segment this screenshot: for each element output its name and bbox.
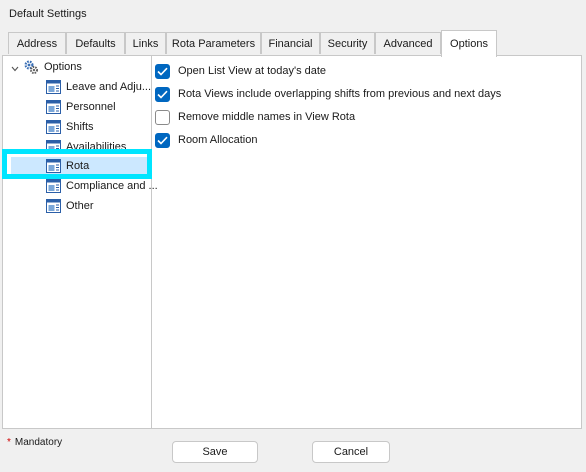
tab-advanced[interactable]: Advanced [375,32,441,54]
cancel-button[interactable]: Cancel [312,441,390,463]
window-title: Default Settings [9,8,87,20]
tree-item-shifts[interactable]: Shifts [46,118,94,136]
tree-item-label: Leave and Adju... [66,81,152,93]
checkmark-icon [157,90,168,99]
mandatory-label: Mandatory [14,437,63,448]
tree-item-other[interactable]: Other [46,197,94,215]
checkmark-icon [157,67,168,76]
tab-address[interactable]: Address [8,32,66,54]
option-open-list-view[interactable]: Open List View at today's date [155,62,326,80]
tab-options[interactable]: Options [441,30,497,57]
tree-root-options[interactable]: Options [44,58,82,76]
tab-defaults[interactable]: Defaults [66,32,125,54]
tree-item-label: Shifts [66,121,94,133]
checkbox-overlapping-shifts[interactable] [155,86,170,102]
checkbox-remove-middle-names[interactable] [155,109,170,125]
options-panel: Options Leave and Adju... Personnel Shif… [2,55,582,429]
tree-item-personnel[interactable]: Personnel [46,98,116,116]
settings-page-icon [46,120,61,134]
tree-item-leave-and-adjustments[interactable]: Leave and Adju... [46,78,151,96]
options-tree: Options Leave and Adju... Personnel Shif… [3,56,158,428]
chevron-down-icon[interactable] [11,65,19,73]
tree-root-label: Options [44,61,82,73]
settings-page-icon [46,100,61,114]
required-marker: * [7,437,11,448]
tab-links[interactable]: Links [125,32,166,54]
settings-page-icon [46,80,61,94]
option-label: Open List View at today's date [178,65,327,77]
gear-icon [24,60,38,74]
mandatory-note: * Mandatory [7,437,62,448]
save-button[interactable]: Save [172,441,258,463]
option-overlapping-shifts[interactable]: Rota Views include overlapping shifts fr… [155,85,501,103]
tree-item-label: Other [66,200,94,212]
option-room-allocation[interactable]: Room Allocation [155,131,258,149]
selection-highlight-outline [2,149,152,179]
tree-item-label: Personnel [66,101,116,113]
option-label: Rota Views include overlapping shifts fr… [178,88,502,100]
option-label: Room Allocation [178,134,258,146]
tree-item-compliance[interactable]: Compliance and ... [46,177,158,195]
settings-page-icon [46,179,61,193]
checkmark-icon [157,136,168,145]
tab-rota-parameters[interactable]: Rota Parameters [166,32,261,54]
tree-item-label: Compliance and ... [66,180,158,192]
checkbox-room-allocation[interactable] [155,132,170,148]
tab-security[interactable]: Security [320,32,375,54]
option-remove-middle-names[interactable]: Remove middle names in View Rota [155,108,355,126]
option-label: Remove middle names in View Rota [178,111,356,123]
checkbox-open-list-view[interactable] [155,63,170,79]
tab-financial[interactable]: Financial [261,32,320,54]
settings-page-icon [46,199,61,213]
